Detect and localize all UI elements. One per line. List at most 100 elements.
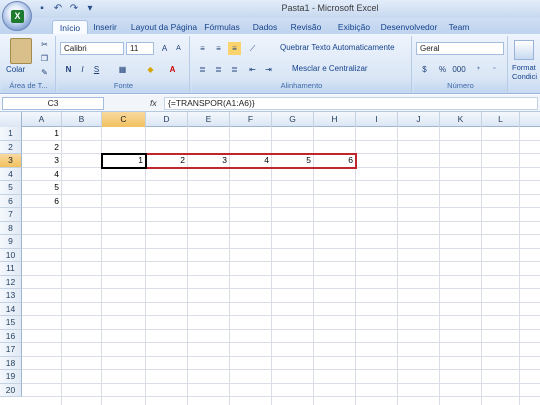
cell-a5[interactable]: 5: [22, 181, 62, 195]
paste-icon[interactable]: [10, 38, 32, 64]
tab-layout-da-p-gina[interactable]: Layout da Página: [128, 20, 200, 34]
row-header-6[interactable]: 6: [0, 194, 22, 208]
row-header-4[interactable]: 4: [0, 167, 22, 181]
select-all-corner[interactable]: [0, 112, 22, 127]
align-right-icon[interactable]: ≣: [228, 63, 241, 76]
tab-team[interactable]: Team: [444, 20, 474, 34]
thousands-button[interactable]: 000: [450, 63, 468, 76]
align-middle-icon[interactable]: ≡: [212, 42, 225, 55]
tab-dados[interactable]: Dados: [248, 20, 282, 34]
row-header-15[interactable]: 15: [0, 316, 22, 330]
clipboard-group: Colar ✂ ❐ ✎ Área de T...: [2, 36, 56, 92]
insert-function-button[interactable]: fx: [150, 98, 157, 108]
bold-button[interactable]: N: [62, 63, 75, 76]
row-header-10[interactable]: 10: [0, 248, 22, 262]
column-header-j[interactable]: J: [398, 112, 440, 127]
worksheet-grid[interactable]: ABCDEFGHIJKL 1 2 3 4 5 6 7 8 9 10 11 12 13 14 15 16 17 18…: [0, 112, 540, 405]
align-top-icon[interactable]: ≡: [196, 42, 209, 55]
column-header-i[interactable]: I: [356, 112, 398, 127]
borders-icon[interactable]: ▦: [116, 63, 129, 76]
excel-logo-icon: X: [11, 10, 24, 23]
row-header-3[interactable]: 3: [0, 154, 22, 168]
row-header-7[interactable]: 7: [0, 208, 22, 222]
row-header-18[interactable]: 18: [0, 356, 22, 370]
row-header-14[interactable]: 14: [0, 302, 22, 316]
currency-icon[interactable]: $: [418, 63, 431, 76]
tab-in-cio[interactable]: Início: [52, 20, 88, 34]
cell-a3[interactable]: 3: [22, 154, 62, 168]
tab-exibi-o[interactable]: Exibição: [334, 20, 374, 34]
number-format-select[interactable]: Geral: [416, 42, 504, 55]
gridline: [271, 127, 272, 405]
increase-indent-icon[interactable]: ⇥: [262, 63, 275, 76]
column-header-g[interactable]: G: [272, 112, 314, 127]
active-cell-c3[interactable]: [101, 153, 147, 169]
merge-center-button[interactable]: Mesclar e Centralizar: [292, 64, 368, 73]
column-header-h[interactable]: H: [314, 112, 356, 127]
cell-a1[interactable]: 1: [22, 127, 62, 141]
font-name-select[interactable]: Calibri: [60, 42, 124, 55]
cell-a4[interactable]: 4: [22, 168, 62, 182]
gridline: [22, 220, 540, 222]
decrease-decimal-icon[interactable]: ⁻: [488, 63, 501, 76]
row-header-12[interactable]: 12: [0, 275, 22, 289]
format-painter-icon[interactable]: ✎: [38, 66, 51, 79]
tab-revis-o[interactable]: Revisão: [286, 20, 326, 34]
row-header-5[interactable]: 5: [0, 181, 22, 195]
fill-color-icon[interactable]: ◆: [144, 63, 157, 76]
increase-decimal-icon[interactable]: ⁺: [472, 63, 485, 76]
gridline: [355, 127, 356, 405]
tab-desenvolvedor[interactable]: Desenvolvedor: [380, 20, 438, 34]
tab-inserir[interactable]: Inserir: [90, 20, 120, 34]
column-header-f[interactable]: F: [230, 112, 272, 127]
row-header-16[interactable]: 16: [0, 329, 22, 343]
row-header-9[interactable]: 9: [0, 235, 22, 249]
italic-button[interactable]: I: [76, 63, 89, 76]
row-header-13[interactable]: 13: [0, 289, 22, 303]
paste-label[interactable]: Colar: [6, 65, 25, 74]
row-header-19[interactable]: 19: [0, 370, 22, 384]
office-button[interactable]: X: [2, 1, 32, 31]
column-header-a[interactable]: A: [22, 112, 62, 127]
name-box[interactable]: C3: [2, 97, 104, 110]
wrap-text-button[interactable]: Quebrar Texto Automaticamente: [280, 43, 395, 52]
column-header-e[interactable]: E: [188, 112, 230, 127]
row-header-1[interactable]: 1: [0, 127, 22, 141]
grow-font-icon[interactable]: A: [158, 42, 171, 55]
column-header-k[interactable]: K: [440, 112, 482, 127]
row-header-2[interactable]: 2: [0, 140, 22, 154]
row-header-8[interactable]: 8: [0, 221, 22, 235]
column-header-b[interactable]: B: [62, 112, 102, 127]
copy-icon[interactable]: ❐: [38, 52, 51, 65]
orientation-icon[interactable]: ⟋: [246, 42, 259, 55]
cell-a2[interactable]: 2: [22, 141, 62, 155]
font-size-select[interactable]: 11: [126, 42, 154, 55]
formula-bar-area: C3 fx {=TRANSPOR(A1:A6)}: [0, 95, 540, 112]
font-color-icon[interactable]: A: [166, 63, 179, 76]
column-header-d[interactable]: D: [146, 112, 188, 127]
gridline: [22, 396, 540, 397]
gridline: [22, 342, 540, 343]
formula-input[interactable]: {=TRANSPOR(A1:A6)}: [164, 97, 538, 110]
cell-a6[interactable]: 6: [22, 195, 62, 209]
cut-icon[interactable]: ✂: [38, 38, 51, 51]
alignment-group-label: Alinhamento: [192, 81, 411, 92]
row-header-17[interactable]: 17: [0, 343, 22, 357]
decrease-indent-icon[interactable]: ⇤: [246, 63, 259, 76]
column-headers: ABCDEFGHIJKL: [0, 112, 540, 127]
column-header-c[interactable]: C: [102, 112, 146, 127]
tab-f-rmulas[interactable]: Fórmulas: [202, 20, 242, 34]
align-center-icon[interactable]: ≣: [212, 63, 225, 76]
underline-button[interactable]: S: [90, 63, 103, 76]
column-header-l[interactable]: L: [482, 112, 520, 127]
align-left-icon[interactable]: ≣: [196, 63, 209, 76]
conditional-format-label[interactable]: Format Condici: [512, 63, 540, 81]
align-bottom-icon[interactable]: ≡: [228, 42, 241, 55]
row-header-11[interactable]: 11: [0, 262, 22, 276]
shrink-font-icon[interactable]: A: [172, 42, 185, 55]
gridline: [22, 139, 540, 141]
gridline: [22, 355, 540, 357]
conditional-format-icon[interactable]: [514, 40, 534, 60]
row-header-20[interactable]: 20: [0, 383, 22, 397]
percent-button[interactable]: %: [436, 63, 449, 76]
